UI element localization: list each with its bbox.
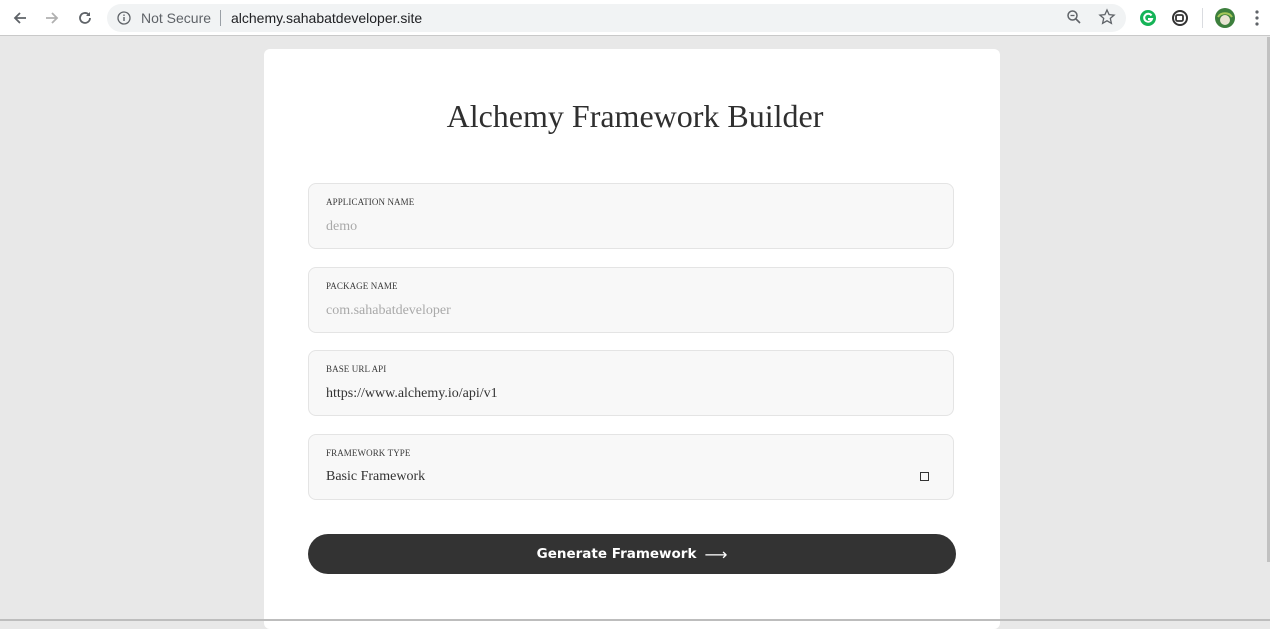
field-label: PACKAGE NAME (326, 281, 398, 291)
dropdown-toggle-icon[interactable] (920, 472, 929, 481)
back-arrow-icon[interactable] (8, 6, 32, 30)
application-name-field[interactable]: APPLICATION NAME (308, 183, 954, 249)
framework-type-field[interactable]: FRAMEWORK TYPE Basic Framework (308, 434, 954, 500)
reload-icon[interactable] (73, 6, 97, 30)
grammarly-icon[interactable] (1136, 6, 1160, 30)
menu-dots-icon[interactable] (1245, 6, 1269, 30)
extension-icon[interactable] (1168, 6, 1192, 30)
base-url-api-field[interactable]: BASE URL API (308, 350, 954, 416)
framework-type-select[interactable]: Basic Framework (326, 469, 425, 485)
info-icon[interactable] (117, 11, 131, 30)
generate-button-label: Generate Framework (536, 546, 697, 562)
arrow-right-icon: ⟶ (704, 544, 728, 564)
address-divider (220, 10, 221, 26)
application-name-input[interactable] (326, 217, 886, 237)
zoom-icon[interactable] (1066, 9, 1082, 30)
toolbar-divider (1202, 8, 1203, 28)
page-title: Alchemy Framework Builder (446, 98, 824, 134)
star-icon[interactable] (1098, 8, 1116, 31)
profile-avatar[interactable] (1213, 6, 1237, 30)
field-label: BASE URL API (326, 364, 387, 374)
forward-arrow-icon[interactable] (40, 6, 64, 30)
browser-toolbar: Not Secure alchemy.sahabatdeveloper.site (0, 0, 1270, 36)
package-name-input[interactable] (326, 301, 886, 321)
security-label[interactable]: Not Secure (141, 9, 211, 27)
base-url-api-input[interactable] (326, 384, 886, 404)
generate-framework-button[interactable]: Generate Framework ⟶ (308, 534, 956, 574)
field-label: FRAMEWORK TYPE (326, 448, 411, 458)
package-name-field[interactable]: PACKAGE NAME (308, 267, 954, 333)
address-bar[interactable]: Not Secure alchemy.sahabatdeveloper.site (107, 4, 1126, 32)
url-text[interactable]: alchemy.sahabatdeveloper.site (231, 9, 422, 27)
field-label: APPLICATION NAME (326, 197, 415, 207)
